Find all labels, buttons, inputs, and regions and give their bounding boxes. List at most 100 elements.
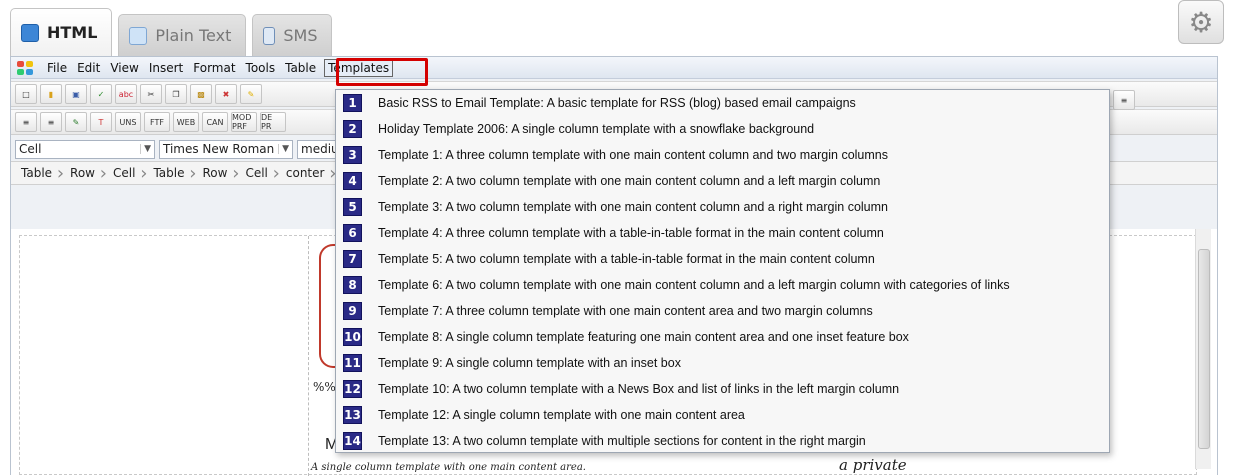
- phone-icon: [263, 26, 276, 45]
- template-label: Template 10: A two column template with …: [378, 382, 900, 396]
- chevron-down-icon: ▼: [278, 144, 289, 154]
- breadcrumb-item[interactable]: Table: [15, 163, 64, 184]
- save-icon[interactable]: ▣: [65, 84, 87, 104]
- menu-edit[interactable]: Edit: [75, 60, 102, 76]
- breadcrumb-item[interactable]: Cell: [107, 163, 148, 184]
- template-number-badge: 7: [343, 250, 362, 268]
- settings-button[interactable]: ⚙: [1178, 0, 1224, 44]
- body-text-fragment: a private: [839, 456, 907, 474]
- templates-dropdown-menu: 1 Basic RSS to Email Template: A basic t…: [335, 89, 1110, 453]
- template-menu-item[interactable]: 8 Template 6: A two column template with…: [336, 272, 1109, 298]
- gear-icon: ⚙: [1188, 5, 1214, 39]
- merge-tag-text: %%: [313, 380, 336, 394]
- menu-table[interactable]: Table: [283, 60, 318, 76]
- edit-source-icon[interactable]: ✎: [65, 112, 87, 132]
- indent-icon[interactable]: ≡: [15, 112, 37, 132]
- template-number-badge: 12: [343, 380, 362, 398]
- font-family-value: Times New Roman: [163, 142, 275, 156]
- template-label: Template 7: A three column template with…: [378, 304, 873, 318]
- block-format-select[interactable]: Cell ▼: [15, 139, 155, 159]
- clean-format-icon[interactable]: ✖: [215, 84, 237, 104]
- template-menu-item[interactable]: 3 Template 1: A three column template wi…: [336, 142, 1109, 168]
- template-label: Template 1: A three column template with…: [378, 148, 888, 162]
- menu-format[interactable]: Format: [191, 60, 237, 76]
- unsubscribe-tag-button[interactable]: UNS: [115, 112, 141, 132]
- template-label: Template 12: A single column template wi…: [378, 408, 745, 422]
- font-family-select[interactable]: Times New Roman ▼: [159, 139, 293, 159]
- forward-to-friend-tag-button[interactable]: FTF: [144, 112, 170, 132]
- menu-file[interactable]: File: [45, 60, 69, 76]
- template-menu-item[interactable]: 7 Template 5: A two column template with…: [336, 246, 1109, 272]
- breadcrumb-item[interactable]: conter: [280, 163, 337, 184]
- template-label: Template 3: A two column template with o…: [378, 200, 888, 214]
- tab-sms[interactable]: SMS: [252, 14, 333, 56]
- template-label: Template 9: A single column template wit…: [378, 356, 681, 370]
- can-spam-tag-button[interactable]: CAN: [202, 112, 228, 132]
- template-menu-item[interactable]: 11 Template 9: A single column template …: [336, 350, 1109, 376]
- template-number-badge: 8: [343, 276, 362, 294]
- breadcrumb-item[interactable]: Table: [147, 163, 196, 184]
- template-label: Template 6: A two column template with o…: [378, 278, 1010, 292]
- menu-insert[interactable]: Insert: [147, 60, 185, 76]
- menu-templates[interactable]: Templates: [324, 58, 394, 77]
- template-menu-item[interactable]: 10 Template 8: A single column template …: [336, 324, 1109, 350]
- template-menu-item[interactable]: 14 Template 13: A two column template wi…: [336, 428, 1109, 454]
- template-label: Template 4: A three column template with…: [378, 226, 884, 240]
- new-document-icon[interactable]: □: [15, 84, 37, 104]
- template-label: Template 8: A single column template fea…: [378, 330, 909, 344]
- template-description-text: A single column template with one main c…: [311, 462, 586, 473]
- breadcrumb-item[interactable]: Cell: [239, 163, 280, 184]
- template-number-badge: 2: [343, 120, 362, 138]
- document-icon: [129, 26, 148, 45]
- template-number-badge: 4: [343, 172, 362, 190]
- block-format-value: Cell: [19, 142, 42, 156]
- delete-profile-tag-button[interactable]: DE PR: [260, 112, 286, 132]
- tab-html[interactable]: HTML: [10, 8, 113, 56]
- template-label: Holiday Template 2006: A single column t…: [378, 122, 815, 136]
- copy-icon[interactable]: ❐: [165, 84, 187, 104]
- template-menu-item[interactable]: 9 Template 7: A three column template wi…: [336, 298, 1109, 324]
- cut-icon[interactable]: ✂: [140, 84, 162, 104]
- spellcheck-icon[interactable]: ✓: [90, 84, 112, 104]
- breadcrumb-item[interactable]: Row: [196, 163, 239, 184]
- vertical-scrollbar[interactable]: [1195, 229, 1211, 469]
- tab-label: SMS: [283, 26, 318, 45]
- template-label: Template 5: A two column template with a…: [378, 252, 875, 266]
- template-label: Template 2: A two column template with o…: [378, 174, 881, 188]
- template-number-badge: 11: [343, 354, 362, 372]
- template-menu-item[interactable]: 5 Template 3: A two column template with…: [336, 194, 1109, 220]
- app-logo-icon: [17, 60, 33, 75]
- outdent-icon[interactable]: ≡: [40, 112, 62, 132]
- highlight-icon[interactable]: ✎: [240, 84, 262, 104]
- open-folder-icon[interactable]: ▮: [40, 84, 62, 104]
- list-icon[interactable]: ≡: [1113, 90, 1135, 110]
- tab-label: Plain Text: [155, 26, 232, 45]
- template-number-badge: 13: [343, 406, 362, 424]
- tab-plain-text[interactable]: Plain Text: [118, 14, 247, 56]
- template-menu-item[interactable]: 2 Holiday Template 2006: A single column…: [336, 116, 1109, 142]
- paste-icon[interactable]: ▩: [190, 84, 212, 104]
- template-label: Basic RSS to Email Template: A basic tem…: [378, 96, 856, 110]
- template-number-badge: 6: [343, 224, 362, 242]
- scrollbar-thumb[interactable]: [1198, 249, 1210, 449]
- template-number-badge: 1: [343, 94, 362, 112]
- template-menu-item[interactable]: 6 Template 4: A three column template wi…: [336, 220, 1109, 246]
- breadcrumb-item[interactable]: Row: [64, 163, 107, 184]
- template-label: Template 13: A two column template with …: [378, 434, 866, 448]
- chevron-down-icon: ▼: [140, 144, 151, 154]
- menu-bar: File Edit View Insert Format Tools Table…: [11, 57, 1217, 79]
- menu-tools[interactable]: Tools: [244, 60, 278, 76]
- modify-profile-tag-button[interactable]: MOD PRF: [231, 112, 257, 132]
- insert-image-icon[interactable]: T: [90, 112, 112, 132]
- template-number-badge: 5: [343, 198, 362, 216]
- menu-view[interactable]: View: [108, 60, 140, 76]
- web-version-tag-button[interactable]: WEB: [173, 112, 199, 132]
- template-menu-item[interactable]: 4 Template 2: A two column template with…: [336, 168, 1109, 194]
- template-menu-item[interactable]: 12 Template 10: A two column template wi…: [336, 376, 1109, 402]
- tab-label: HTML: [47, 23, 98, 42]
- editor-tabs: HTML Plain Text SMS: [10, 8, 338, 56]
- spellcheck-as-you-type-icon[interactable]: abc: [115, 84, 137, 104]
- template-menu-item[interactable]: 13 Template 12: A single column template…: [336, 402, 1109, 428]
- template-menu-item[interactable]: 1 Basic RSS to Email Template: A basic t…: [336, 90, 1109, 116]
- template-number-badge: 3: [343, 146, 362, 164]
